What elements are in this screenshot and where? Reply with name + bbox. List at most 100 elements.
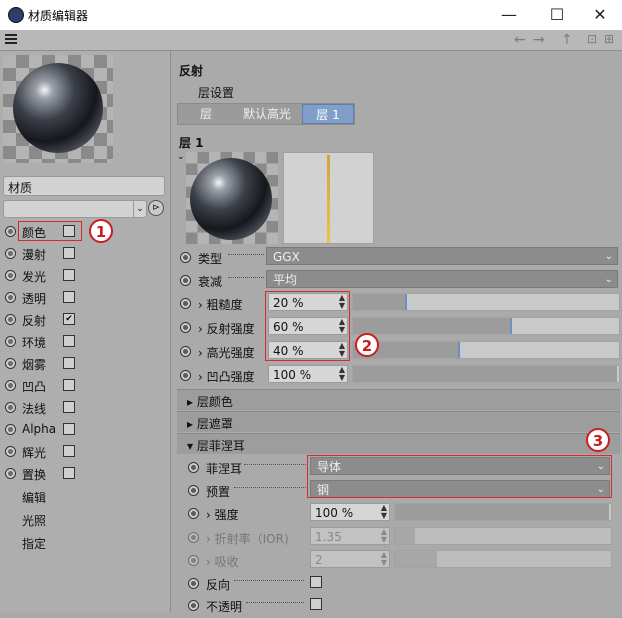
material-name-field[interactable]: 材质 [3, 176, 165, 196]
channel-label[interactable]: 反射 [22, 312, 46, 329]
channel-label[interactable]: 凹凸 [22, 378, 46, 395]
channel-row[interactable]: 置换 [0, 463, 170, 485]
channel-label[interactable]: 辉光 [22, 444, 46, 461]
specular-strength-slider[interactable] [352, 341, 620, 359]
bump-strength-slider[interactable] [352, 365, 620, 383]
menu-icon[interactable] [5, 34, 17, 46]
opaque-checkbox[interactable] [310, 598, 322, 610]
collapse-icon[interactable]: ⌄ [177, 152, 185, 162]
tab-layer-1[interactable]: 层 1 [302, 104, 354, 124]
channel-checkbox[interactable]: ✔ [63, 313, 75, 325]
channel-checkbox[interactable] [63, 291, 75, 303]
back-arrow-icon[interactable]: ← [514, 32, 526, 48]
channel-checkbox[interactable] [63, 445, 75, 457]
channel-row[interactable]: 环境 [0, 331, 170, 353]
anim-radio[interactable] [5, 270, 16, 281]
channel-row[interactable]: 反射 ✔ [0, 309, 170, 331]
anim-radio[interactable] [188, 485, 199, 496]
highlight-box-strengths [265, 291, 350, 361]
tab-layer[interactable]: 层 [178, 104, 234, 124]
tab-default-specular[interactable]: 默认高光 [235, 104, 299, 124]
anim-radio[interactable] [5, 380, 16, 391]
minimize-button[interactable]: — [489, 3, 529, 27]
ior-row: › 折射率（IOR) 1.35 ▲ ▼ [172, 526, 622, 550]
channel-label[interactable]: 环境 [22, 334, 46, 351]
channel-checkbox[interactable] [63, 423, 75, 435]
close-button[interactable]: ✕ [580, 3, 620, 27]
roughness-slider[interactable] [352, 293, 620, 311]
falloff-dropdown[interactable]: 平均 ⌄ [266, 270, 618, 288]
anim-radio[interactable] [188, 600, 199, 611]
anim-radio[interactable] [5, 358, 16, 369]
illumination-item[interactable]: 光照 [22, 512, 46, 529]
strength-slider[interactable] [394, 503, 612, 521]
lock-icon[interactable]: ⊡ [587, 32, 597, 46]
anim-radio[interactable] [188, 462, 199, 473]
up-arrow-icon[interactable]: ↑ [561, 32, 573, 48]
channel-row[interactable]: 发光 [0, 265, 170, 287]
material-preview[interactable] [3, 55, 113, 163]
material-dropdown[interactable]: ⌄ [3, 200, 147, 218]
channel-label[interactable]: 置换 [22, 466, 46, 483]
channel-row[interactable]: 烟雾 [0, 353, 170, 375]
channel-row[interactable]: 法线 [0, 397, 170, 419]
reflection-strength-slider[interactable] [352, 317, 620, 335]
bump-strength-input[interactable]: 100 % ▲ ▼ [268, 365, 348, 383]
channel-checkbox[interactable] [63, 357, 75, 369]
absorb-row: › 吸收 2 ▲ ▼ [172, 549, 622, 573]
group-layer-mask[interactable]: ▸ 层遮罩 [177, 411, 620, 432]
channel-label[interactable]: Alpha [22, 422, 56, 436]
layer-preview-sphere [190, 158, 272, 240]
anim-radio[interactable] [180, 275, 191, 286]
channel-label[interactable]: 法线 [22, 400, 46, 417]
anim-radio[interactable] [180, 298, 191, 309]
anim-radio[interactable] [180, 322, 191, 333]
channel-row[interactable]: 透明 [0, 287, 170, 309]
anim-radio[interactable] [5, 226, 16, 237]
invert-checkbox[interactable] [310, 576, 322, 588]
channel-row[interactable]: 凹凸 [0, 375, 170, 397]
channel-checkbox[interactable] [63, 467, 75, 479]
anim-radio[interactable] [188, 578, 199, 589]
assign-item[interactable]: 指定 [22, 535, 46, 552]
edit-item[interactable]: 编辑 [22, 489, 46, 506]
anim-radio[interactable] [180, 370, 191, 381]
channel-checkbox[interactable] [63, 401, 75, 413]
highlight-box-color [18, 221, 82, 241]
group-layer-color[interactable]: ▸ 层颜色 [177, 389, 620, 410]
anim-radio[interactable] [5, 336, 16, 347]
type-dropdown[interactable]: GGX ⌄ [266, 247, 618, 265]
channel-checkbox[interactable] [63, 269, 75, 281]
channel-label[interactable]: 透明 [22, 290, 46, 307]
pick-icon[interactable]: ⊳ [148, 200, 164, 216]
absorb-label: › 吸收 [206, 555, 239, 569]
anim-radio[interactable] [5, 292, 16, 303]
channel-label[interactable]: 发光 [22, 268, 46, 285]
reflectance-graph [283, 152, 374, 244]
channel-row[interactable]: 漫射 [0, 243, 170, 265]
maximize-button[interactable]: ☐ [537, 3, 577, 27]
anim-radio[interactable] [5, 468, 16, 479]
anim-radio[interactable] [5, 424, 16, 435]
channel-checkbox[interactable] [63, 247, 75, 259]
anim-radio[interactable] [5, 402, 16, 413]
channel-label[interactable]: 漫射 [22, 246, 46, 263]
ior-input: 1.35 ▲ ▼ [310, 527, 390, 545]
channel-checkbox[interactable] [63, 379, 75, 391]
title-bar: 材质编辑器 — ☐ ✕ [0, 0, 622, 31]
new-window-icon[interactable]: ⊞ [604, 32, 614, 46]
anim-radio[interactable] [180, 346, 191, 357]
anim-radio[interactable] [5, 314, 16, 325]
anim-radio[interactable] [180, 252, 191, 263]
strength-input[interactable]: 100 % ▲ ▼ [310, 503, 390, 521]
material-name-text: 材质 [8, 181, 33, 195]
group-layer-fresnel[interactable]: ▾ 层菲涅耳 [177, 433, 620, 454]
forward-arrow-icon[interactable]: → [533, 32, 545, 48]
anim-radio[interactable] [5, 446, 16, 457]
anim-radio[interactable] [188, 508, 199, 519]
channel-row[interactable]: Alpha [0, 419, 170, 441]
channel-label[interactable]: 烟雾 [22, 356, 46, 373]
anim-radio[interactable] [5, 248, 16, 259]
channel-checkbox[interactable] [63, 335, 75, 347]
channel-row[interactable]: 辉光 [0, 441, 170, 463]
